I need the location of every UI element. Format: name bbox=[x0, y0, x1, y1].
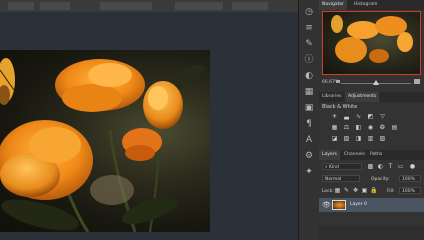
opacity-input[interactable]: 100% bbox=[399, 175, 421, 182]
panel-dock: ◷ ≡ ✎ ⓘ ◐ ▦ ▣ ¶ A ⚙ ✦ bbox=[298, 0, 320, 240]
filter-type-icon[interactable]: T bbox=[387, 163, 394, 170]
tab-histogram[interactable]: Histogram bbox=[351, 0, 380, 10]
black-white-icon[interactable]: ◧ bbox=[355, 124, 362, 131]
threshold-icon[interactable]: ◨ bbox=[355, 135, 362, 142]
layer-name[interactable]: Layer 0 bbox=[350, 202, 367, 207]
tab-channels[interactable]: Channels bbox=[341, 150, 368, 160]
document-tab[interactable] bbox=[232, 2, 268, 10]
lock-artboard-icon[interactable]: ▣ bbox=[361, 187, 368, 194]
document-tab[interactable] bbox=[175, 2, 223, 10]
document-image[interactable] bbox=[0, 50, 210, 232]
layers-panel-header: Layers Channels Paths bbox=[319, 150, 424, 160]
lock-transparent-icon[interactable]: ▦ bbox=[334, 187, 341, 194]
filter-adjustment-icon[interactable]: ◐ bbox=[377, 163, 384, 170]
blend-mode-select[interactable]: Normal bbox=[322, 175, 360, 182]
opacity-label: Opacity: bbox=[371, 177, 390, 182]
hue-saturation-icon[interactable]: ▦ bbox=[331, 124, 338, 131]
layer-filter-label: Kind bbox=[328, 165, 339, 170]
search-icon: ⌕ bbox=[325, 165, 328, 170]
document-tab[interactable] bbox=[8, 2, 34, 10]
levels-icon[interactable]: ▃ bbox=[343, 113, 350, 120]
tab-navigator[interactable]: Navigator bbox=[319, 0, 348, 10]
lock-label: Lock: bbox=[322, 189, 334, 194]
properties-icon[interactable]: ≡ bbox=[303, 22, 315, 34]
tool-presets-icon[interactable]: ⚙ bbox=[303, 150, 315, 162]
photo-filter-icon[interactable]: ◉ bbox=[367, 124, 374, 131]
layers-panel-footer bbox=[319, 225, 424, 240]
info-icon[interactable]: ⓘ bbox=[303, 54, 315, 66]
zoom-out-icon[interactable] bbox=[336, 80, 340, 83]
document-tab[interactable] bbox=[100, 2, 152, 10]
navigator-zoom-row: 66.67% bbox=[319, 78, 424, 88]
zoom-slider-knob[interactable] bbox=[373, 80, 379, 85]
flower-photo bbox=[0, 58, 205, 232]
selective-color-icon[interactable]: ▨ bbox=[379, 135, 386, 142]
filter-shape-icon[interactable]: ▭ bbox=[397, 163, 404, 170]
paragraph-icon[interactable]: ¶ bbox=[303, 118, 315, 130]
tab-paths[interactable]: Paths bbox=[367, 150, 385, 160]
tab-adjustments[interactable]: Adjustments bbox=[345, 92, 380, 102]
color-lookup-icon[interactable]: ▤ bbox=[391, 124, 398, 131]
swatches-icon[interactable]: ▦ bbox=[303, 86, 315, 98]
layer-row[interactable]: 👁 Layer 0 bbox=[319, 198, 424, 212]
gradient-map-icon[interactable]: ▥ bbox=[367, 135, 374, 142]
color-balance-icon[interactable]: ⚖ bbox=[343, 124, 350, 131]
visibility-eye-icon[interactable]: 👁 bbox=[322, 201, 331, 209]
clone-source-icon[interactable]: ✦ bbox=[303, 166, 315, 178]
document-tab-bar bbox=[0, 0, 300, 12]
history-icon[interactable]: ◷ bbox=[303, 6, 315, 18]
character-icon[interactable]: A bbox=[303, 134, 315, 146]
vibrance-icon[interactable]: ▽ bbox=[379, 113, 386, 120]
navigator-preview bbox=[331, 15, 413, 63]
lock-position-icon[interactable]: ✥ bbox=[352, 187, 359, 194]
exposure-icon[interactable]: ◩ bbox=[367, 113, 374, 120]
filter-toggle-icon[interactable]: ● bbox=[409, 163, 416, 170]
brightness-contrast-icon[interactable]: ☀ bbox=[331, 113, 338, 120]
fill-input[interactable]: 100% bbox=[399, 187, 421, 194]
layer-filter-select[interactable]: ⌕ Kind bbox=[322, 163, 362, 170]
adjustments-title: Black & White bbox=[322, 104, 358, 110]
invert-icon[interactable]: ◪ bbox=[331, 135, 338, 142]
navigator-thumbnail[interactable] bbox=[322, 11, 421, 75]
layer-thumbnail bbox=[332, 200, 346, 210]
tab-layers[interactable]: Layers bbox=[319, 150, 340, 160]
right-panels: Navigator Histogram 66.67% Libraries Adj… bbox=[319, 0, 424, 240]
posterize-icon[interactable]: ▧ bbox=[343, 135, 350, 142]
fill-label: Fill: bbox=[387, 189, 395, 194]
color-icon[interactable]: ◐ bbox=[303, 70, 315, 82]
zoom-in-icon[interactable] bbox=[414, 79, 420, 84]
adjustments-panel-header: Libraries Adjustments bbox=[319, 92, 424, 102]
styles-icon[interactable]: ▣ bbox=[303, 102, 315, 114]
lock-all-icon[interactable]: 🔒 bbox=[370, 187, 377, 194]
lock-image-icon[interactable]: ✎ bbox=[343, 187, 350, 194]
tab-libraries[interactable]: Libraries bbox=[319, 92, 344, 102]
document-tab[interactable] bbox=[40, 2, 70, 10]
curves-icon[interactable]: ∿ bbox=[355, 113, 362, 120]
channel-mixer-icon[interactable]: ❂ bbox=[379, 124, 386, 131]
brush-icon[interactable]: ✎ bbox=[303, 38, 315, 50]
navigator-panel-header: Navigator Histogram bbox=[319, 0, 424, 10]
filter-pixel-icon[interactable]: ▩ bbox=[367, 163, 374, 170]
